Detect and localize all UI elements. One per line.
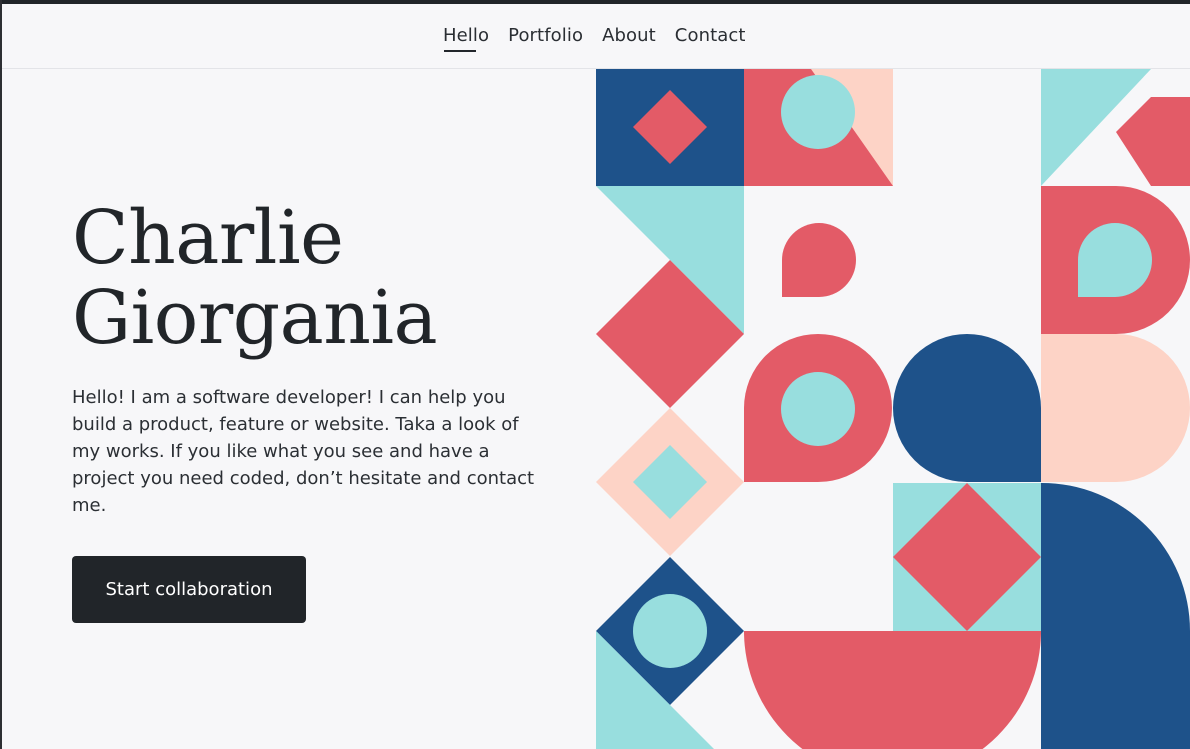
nav-link-portfolio[interactable]: Portfolio [508, 25, 583, 47]
site-header: Hello Portfolio About Contact [2, 4, 1190, 69]
hero-title: Charlie Giorgania [72, 198, 552, 358]
art-aqua-circle-middle [781, 372, 855, 446]
hero-title-first-name: Charlie [72, 195, 344, 281]
art-coral-drop-small [782, 223, 856, 297]
hero-title-block: Charlie Giorgania [72, 198, 552, 358]
nav-link-about[interactable]: About [602, 25, 656, 47]
nav-link-contact[interactable]: Contact [675, 25, 746, 47]
art-peach-fill [1041, 334, 1115, 482]
main-nav: Hello Portfolio About Contact [443, 25, 746, 52]
hero-intro-text: Hello! I am a software developer! I can … [72, 387, 535, 516]
window-left-border [0, 0, 2, 749]
art-navy-half-circle [1041, 482, 1190, 749]
nav-link-hello[interactable]: Hello [443, 25, 489, 52]
art-coral-half-bowl [744, 631, 1041, 749]
hero-title-last-name: Giorgania [72, 275, 438, 361]
art-navy-drop [893, 334, 1041, 482]
art-aqua-circle-bottom-left [633, 594, 707, 668]
geometric-illustration [596, 69, 1190, 749]
art-coral-triangle-top-right [1116, 97, 1190, 186]
start-collaboration-button[interactable]: Start collaboration [72, 556, 306, 623]
art-aqua-circle-top [781, 75, 855, 149]
art-aqua-drop-right [1078, 223, 1152, 297]
